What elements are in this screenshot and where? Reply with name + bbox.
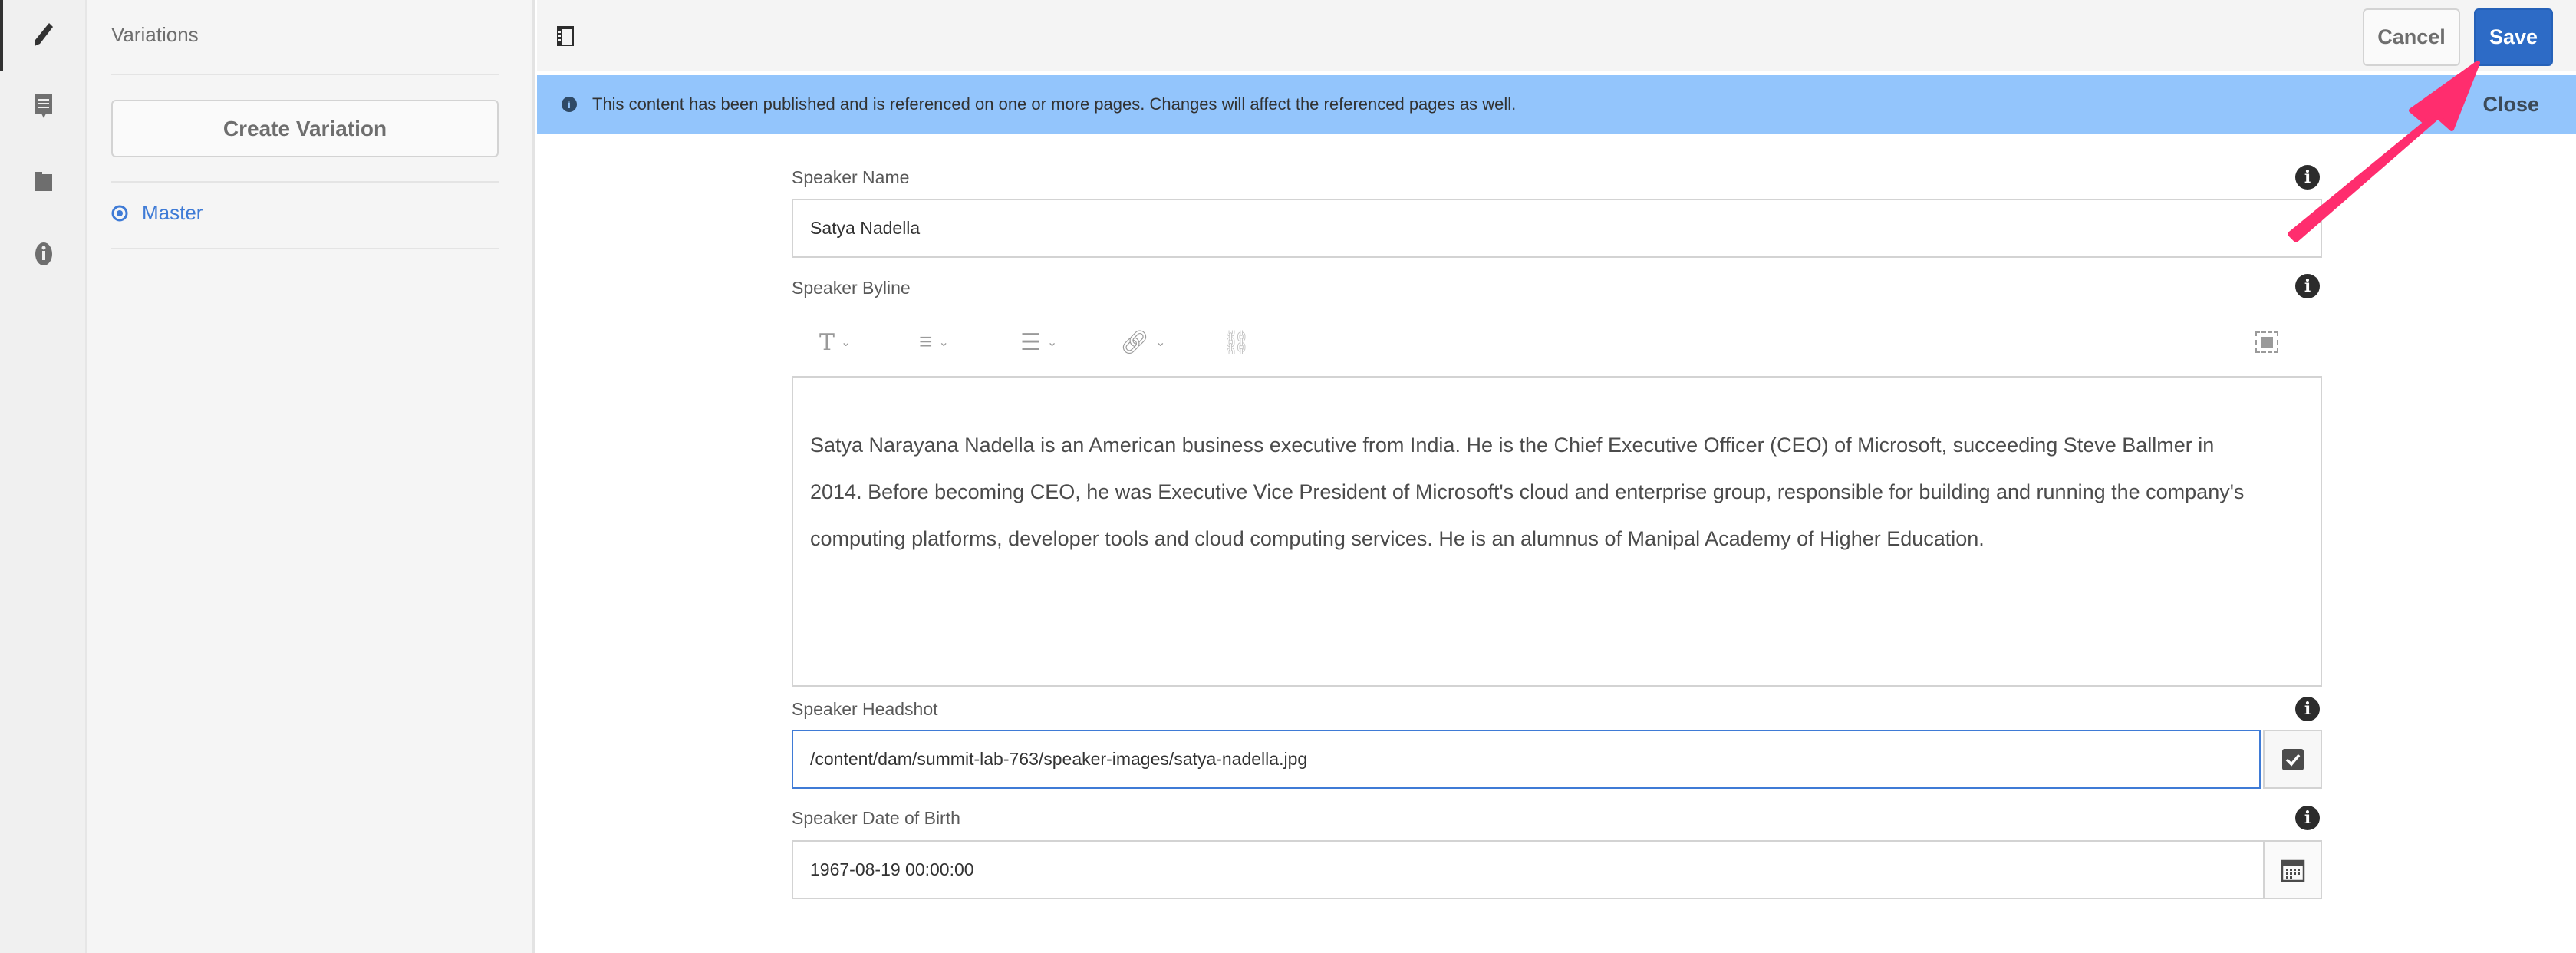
unlink-button[interactable]: ⛓︎ [1221, 327, 1250, 358]
info-icon[interactable]: i [2295, 806, 2320, 830]
checkbox-icon [2281, 748, 2304, 770]
speaker-dob-input[interactable]: 1967-08-19 00:00:00 [792, 840, 2265, 899]
info-icon[interactable]: i [2295, 165, 2320, 190]
active-indicator [0, 0, 3, 71]
close-banner-button[interactable]: Close [2482, 93, 2539, 117]
banner-message: This content has been published and is r… [592, 94, 1517, 114]
cancel-button[interactable]: Cancel [2363, 8, 2460, 66]
pencil-icon[interactable] [28, 18, 60, 51]
published-warning-banner: i This content has been published and is… [537, 75, 2576, 134]
list-dropdown[interactable]: ☰ ⌄ [1020, 327, 1057, 358]
eye-icon [111, 205, 128, 221]
toggle-side-panel-icon[interactable] [556, 25, 575, 51]
info-icon: i [562, 97, 577, 112]
format-dropdown[interactable]: T ⌄ [819, 327, 851, 358]
byline-line: 2014. Before becoming CEO, he was Execut… [810, 480, 2245, 503]
justify-dropdown[interactable]: ≡ ⌄ [919, 327, 949, 358]
comment-icon[interactable] [28, 91, 60, 123]
asset-picker-button[interactable] [2263, 730, 2322, 789]
speaker-name-label: Speaker Name [792, 167, 910, 187]
chevron-down-icon: ⌄ [841, 336, 852, 349]
link-icon: 🔗︎ [1120, 329, 1150, 355]
speaker-byline-label: Speaker Byline [792, 278, 911, 298]
top-toolbar [537, 0, 2576, 71]
create-variation-button[interactable]: Create Variation [111, 100, 499, 157]
divider [111, 248, 499, 249]
panel-title: Variations [111, 23, 199, 46]
side-rail [0, 0, 87, 953]
info-icon[interactable] [28, 238, 60, 270]
unlink-icon: ⛓︎ [1221, 329, 1251, 355]
chevron-down-icon: ⌄ [1155, 336, 1166, 349]
align-icon: ≡ [919, 329, 933, 354]
folder-icon[interactable] [28, 164, 60, 196]
info-icon[interactable]: i [2295, 274, 2320, 298]
speaker-headshot-label: Speaker Headshot [792, 699, 938, 719]
chevron-down-icon: ⌄ [938, 336, 949, 349]
text-format-icon: T [819, 328, 835, 356]
byline-line: Satya Narayana Nadella is an American bu… [810, 434, 2215, 457]
save-button[interactable]: Save [2474, 8, 2553, 66]
speaker-dob-label: Speaker Date of Birth [792, 808, 960, 828]
divider [111, 181, 499, 183]
list-icon: ☰ [1020, 329, 1041, 355]
chevron-down-icon: ⌄ [1046, 336, 1058, 349]
variations-panel: Variations Create Variation Master [87, 0, 535, 953]
divider [111, 74, 499, 75]
speaker-name-input[interactable]: Satya Nadella [792, 199, 2322, 258]
variation-label: Master [142, 201, 203, 224]
calendar-icon [2281, 859, 2304, 882]
info-icon[interactable]: i [2295, 697, 2320, 721]
fullscreen-button[interactable] [2255, 327, 2278, 358]
link-dropdown[interactable]: 🔗︎ ⌄ [1120, 327, 1166, 358]
calendar-button[interactable] [2263, 840, 2322, 899]
fullscreen-icon [2255, 331, 2278, 353]
speaker-headshot-input[interactable]: /content/dam/summit-lab-763/speaker-imag… [792, 730, 2261, 789]
byline-line: computing platforms, developer tools and… [810, 527, 1985, 550]
variation-item-master[interactable]: Master [111, 201, 203, 225]
speaker-byline-editor[interactable]: Satya Narayana Nadella is an American bu… [792, 376, 2322, 687]
